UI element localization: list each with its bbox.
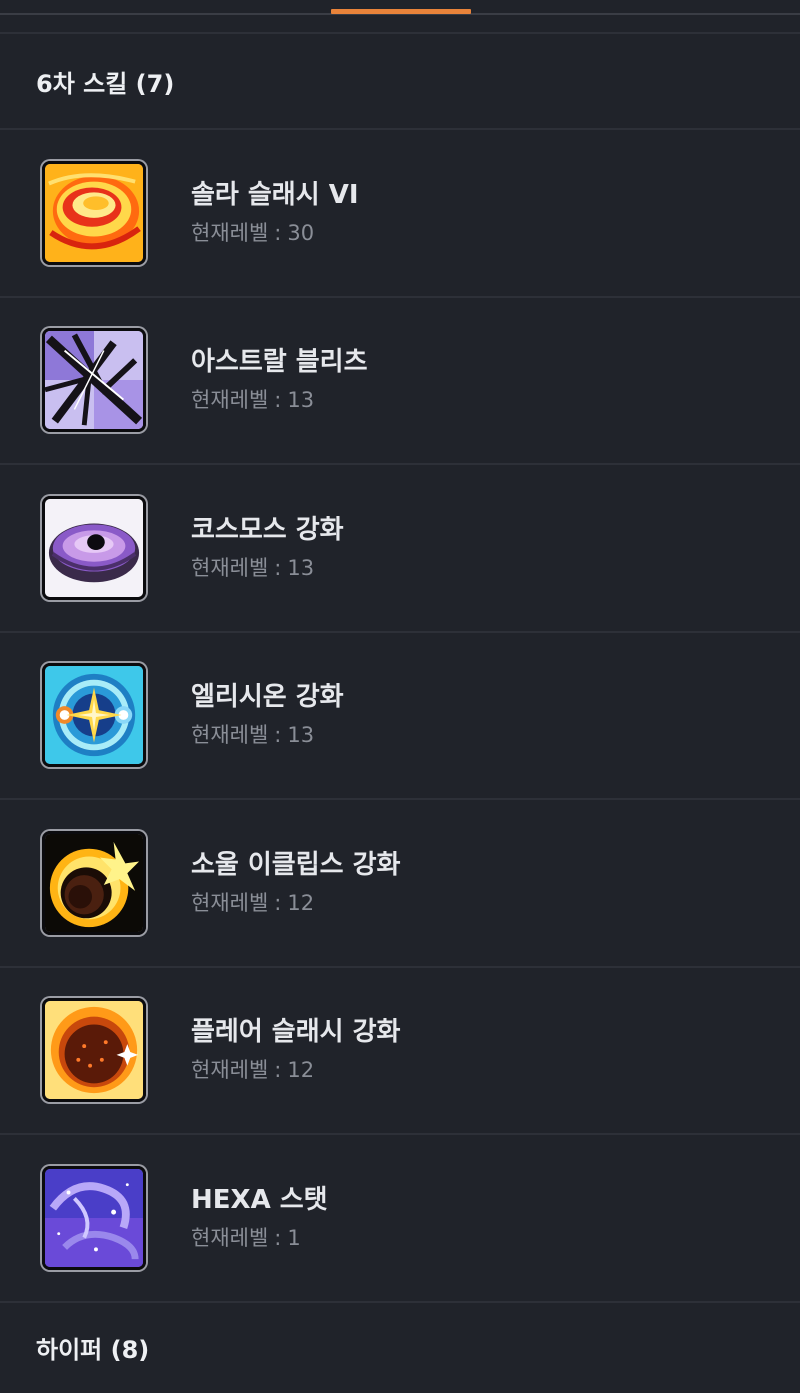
- astral-blitz-icon: [42, 328, 146, 433]
- skill-item[interactable]: 코스모스 강화 현재레벨:13: [0, 465, 800, 633]
- skill-item[interactable]: 소울 이클립스 강화 현재레벨:12: [0, 800, 800, 968]
- skill-name: 코스모스 강화: [191, 514, 344, 545]
- skill-item[interactable]: HEXA 스탯 현재레벨:1: [0, 1135, 800, 1303]
- skill-level: 현재레벨:13: [191, 723, 315, 748]
- skill-name: 소울 이클립스 강화: [191, 849, 401, 880]
- skill-name: 엘리시온 강화: [191, 682, 344, 713]
- skill-item[interactable]: 아스트랄 블리츠 현재레벨:13: [0, 298, 800, 465]
- skill-level: 현재레벨:1: [191, 1225, 301, 1250]
- skill-item[interactable]: 엘리시온 강화 현재레벨:13: [0, 633, 800, 800]
- skill-level: 현재레벨:12: [191, 1058, 315, 1083]
- skill-name: HEXA 스탯: [191, 1184, 328, 1215]
- section-title-hyper: 하이퍼 (8): [36, 1336, 150, 1364]
- skill-item[interactable]: 솔라 슬래시 VI 현재레벨:30: [0, 130, 800, 298]
- hexa-stat-icon: [42, 1165, 146, 1270]
- solar-slash-icon: [42, 160, 146, 265]
- cosmos-icon: [42, 495, 146, 600]
- tab-bar: [0, 0, 800, 32]
- skill-level: 현재레벨:13: [191, 555, 315, 580]
- soul-eclipse-icon: [42, 830, 146, 935]
- skill-level: 현재레벨:12: [191, 890, 315, 915]
- flare-slash-icon: [42, 998, 146, 1103]
- skill-name: 아스트랄 블리츠: [191, 347, 368, 378]
- skill-level: 현재레벨:13: [191, 388, 315, 413]
- elysion-icon: [42, 663, 146, 768]
- skill-name: 플레어 슬래시 강화: [191, 1017, 401, 1048]
- active-tab-indicator[interactable]: [331, 9, 471, 14]
- skill-item[interactable]: 플레어 슬래시 강화 현재레벨:12: [0, 968, 800, 1135]
- skill-level: 현재레벨:30: [191, 220, 315, 245]
- skill-name: 솔라 슬래시 VI: [191, 179, 359, 210]
- section-title-6th-skills: 6차 스킬 (7): [0, 32, 800, 130]
